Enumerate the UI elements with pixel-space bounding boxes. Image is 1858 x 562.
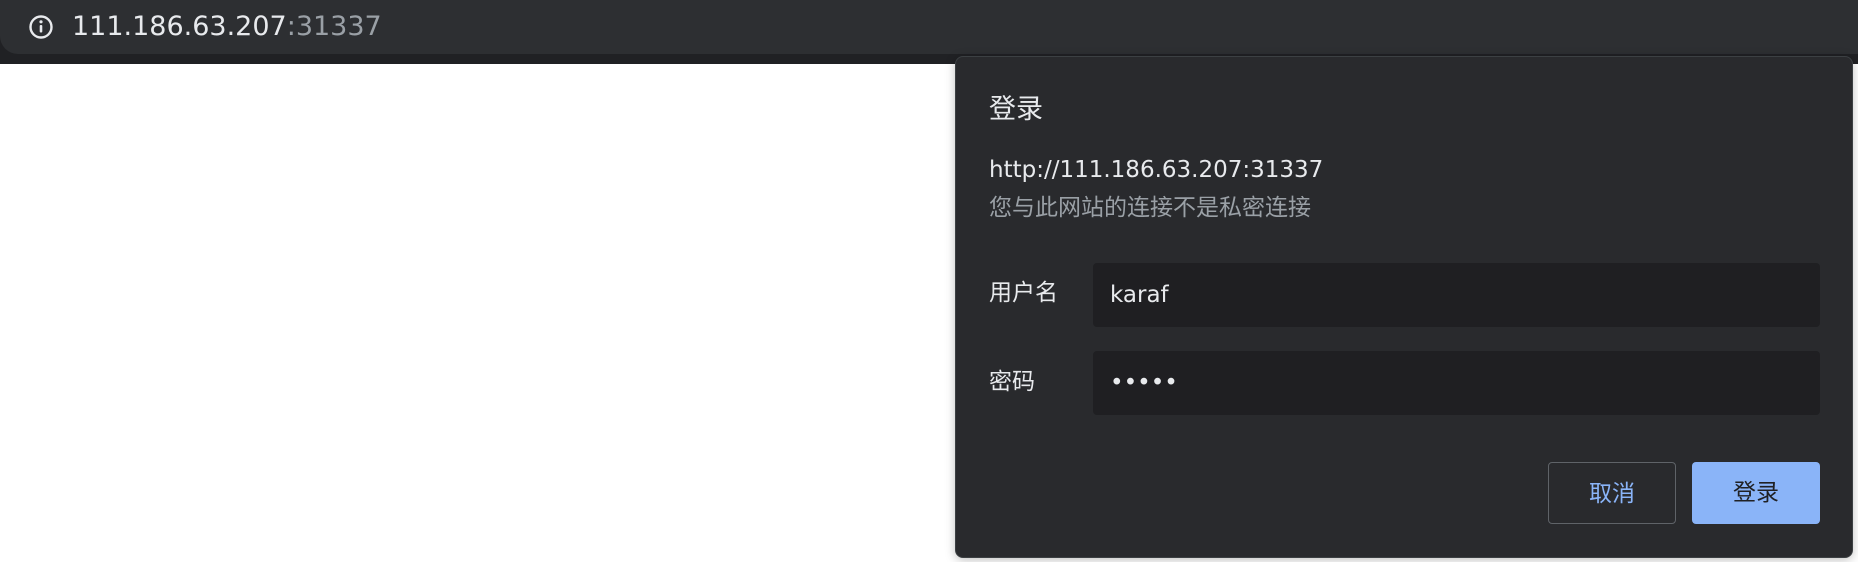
password-input[interactable]: [1093, 351, 1820, 415]
url-host: 111.186.63.207: [72, 11, 287, 42]
omnibox[interactable]: 111.186.63.207:31337: [0, 0, 1858, 54]
cancel-button[interactable]: 取消: [1548, 462, 1676, 524]
info-icon[interactable]: [28, 14, 54, 40]
username-label: 用户名: [989, 280, 1058, 306]
url-port: :31337: [286, 11, 382, 42]
username-input[interactable]: [1093, 263, 1820, 327]
dialog-site-url: http://111.186.63.207:31337: [989, 157, 1324, 183]
connection-warning: 您与此网站的连接不是私密连接: [989, 195, 1311, 221]
password-label: 密码: [989, 369, 1035, 395]
http-auth-dialog: 登录 http://111.186.63.207:31337 您与此网站的连接不…: [955, 56, 1853, 558]
login-button[interactable]: 登录: [1692, 462, 1820, 524]
dialog-title: 登录: [989, 94, 1043, 125]
url-text[interactable]: 111.186.63.207:31337: [72, 11, 382, 43]
browser-address-bar: 111.186.63.207:31337: [0, 0, 1858, 64]
